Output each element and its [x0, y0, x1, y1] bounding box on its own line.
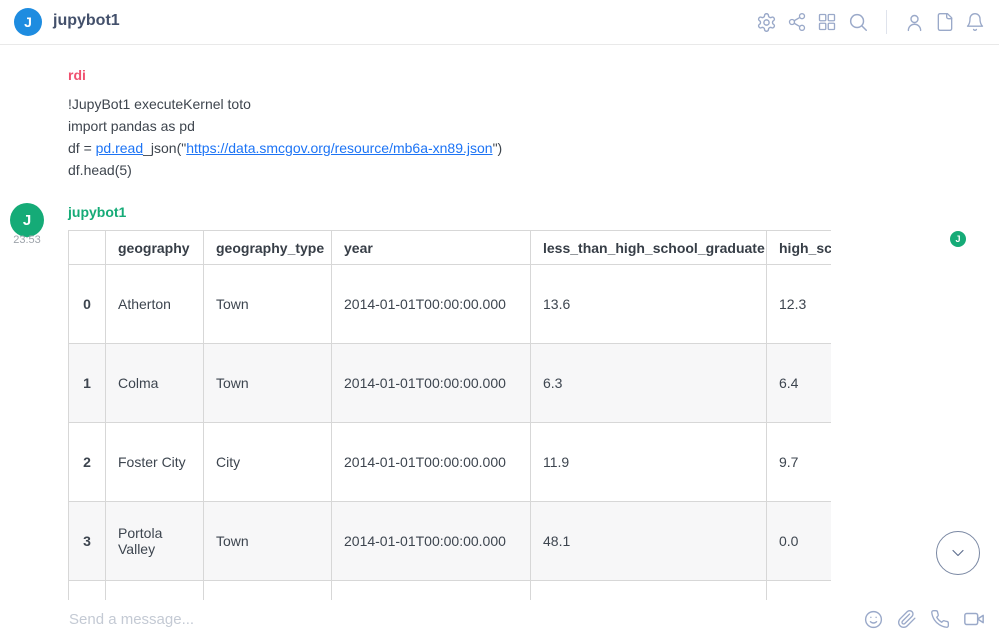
message-body: !JupyBot1 executeKernel toto import pand… [68, 93, 502, 181]
avatar[interactable] [10, 62, 46, 98]
message-line: import pandas as pd [68, 115, 502, 137]
code-text: df = [68, 140, 96, 156]
code-text: ") [493, 140, 503, 156]
table-cell: 2014-01-01T00:00:00.000 [332, 344, 531, 423]
table-cell: 2 [69, 423, 106, 502]
table-cell [332, 581, 531, 601]
table-header-cell [69, 231, 106, 265]
video-call-button[interactable] [963, 608, 985, 630]
message-line: !JupyBot1 executeKernel toto [68, 93, 502, 115]
table-cell: 48.1 [531, 502, 767, 581]
table-cell: Portola Valley [106, 502, 204, 581]
avatar[interactable] [10, 603, 40, 633]
attach-button[interactable] [897, 609, 917, 629]
table-cell: City [204, 423, 332, 502]
link-dataset-url[interactable]: https://data.smcgov.org/resource/mb6a-xn… [186, 140, 492, 156]
table-cell: 11.9 [531, 423, 767, 502]
message-author[interactable]: jupybot1 [68, 204, 126, 220]
table-cell [767, 581, 832, 601]
table-cell: 12.3 [767, 265, 832, 344]
settings-button[interactable] [756, 12, 777, 33]
toolbar-divider [886, 10, 887, 34]
table-cell: 0 [69, 265, 106, 344]
table-cell: Town [204, 265, 332, 344]
table-cell: 1 [69, 344, 106, 423]
chevron-down-icon [948, 543, 968, 563]
table-header-cell: geography [106, 231, 204, 265]
search-button[interactable] [847, 11, 869, 33]
members-button[interactable] [904, 12, 925, 33]
table-cell: 6.4 [767, 344, 832, 423]
table-cell: 9.7 [767, 423, 832, 502]
apps-grid-icon [817, 12, 837, 32]
message-line: df.head(5) [68, 159, 502, 181]
table-cell: 2014-01-01T00:00:00.000 [332, 502, 531, 581]
message-author[interactable]: rdi [68, 67, 86, 83]
channel-title: jupybot1 [53, 12, 120, 30]
table-cell [531, 581, 767, 601]
code-text: _json(" [143, 140, 186, 156]
composer-actions [863, 600, 985, 638]
dataframe-table: geographygeography_typeyearless_than_hig… [68, 230, 831, 600]
table-cell [69, 581, 106, 601]
channel-avatar[interactable]: J [14, 8, 42, 36]
share-button[interactable] [787, 12, 807, 32]
search-icon [847, 11, 869, 33]
table-header-cell: high_school_graduate [767, 231, 832, 265]
header-toolbar [756, 0, 985, 44]
table-cell: Colma [106, 344, 204, 423]
table-header-cell: year [332, 231, 531, 265]
message-line: df = pd.read_json("https://data.smcgov.o… [68, 137, 502, 159]
user-icon [904, 12, 925, 33]
table-row: 1ColmaTown2014-01-01T00:00:00.0006.36.4 [69, 344, 832, 423]
gear-icon [756, 12, 777, 33]
chat-app-window: J jupybot1 [0, 0, 999, 639]
emoji-button[interactable] [863, 609, 884, 630]
table-row [69, 581, 832, 601]
table-cell [106, 581, 204, 601]
thread-badge: J [950, 231, 966, 247]
table-cell: Foster City [106, 423, 204, 502]
table-cell: 3 [69, 502, 106, 581]
channel-header: J jupybot1 [0, 0, 999, 45]
message-input[interactable] [69, 600, 789, 638]
call-button[interactable] [930, 609, 950, 629]
table-row: 0AthertonTown2014-01-01T00:00:00.00013.6… [69, 265, 832, 344]
share-icon [787, 12, 807, 32]
table-cell: 2014-01-01T00:00:00.000 [332, 423, 531, 502]
video-icon [963, 608, 985, 630]
apps-button[interactable] [817, 12, 837, 32]
table-cell: Atherton [106, 265, 204, 344]
file-icon [935, 12, 955, 32]
table-cell: Town [204, 502, 332, 581]
jump-to-recent-button[interactable] [936, 531, 980, 575]
paperclip-icon [897, 609, 917, 629]
phone-icon [930, 609, 950, 629]
table-cell: 6.3 [531, 344, 767, 423]
table-cell: Town [204, 344, 332, 423]
table-cell [204, 581, 332, 601]
link-pd-read[interactable]: pd.read [96, 140, 143, 156]
dataframe-table-container: geographygeography_typeyearless_than_hig… [68, 230, 831, 600]
bot-avatar[interactable]: J [10, 203, 44, 237]
bell-icon [965, 12, 985, 32]
table-row: 3Portola ValleyTown2014-01-01T00:00:00.0… [69, 502, 832, 581]
table-cell: 13.6 [531, 265, 767, 344]
table-header-cell: less_than_high_school_graduate [531, 231, 767, 265]
table-row: 2Foster CityCity2014-01-01T00:00:00.0001… [69, 423, 832, 502]
table-cell: 0.0 [767, 502, 832, 581]
message-timestamp: 23:53 [10, 234, 44, 246]
message-list: rdi !JupyBot1 executeKernel toto import … [0, 45, 999, 600]
table-cell: 2014-01-01T00:00:00.000 [332, 265, 531, 344]
notifications-button[interactable] [965, 12, 985, 32]
message-composer [0, 600, 999, 639]
emoji-icon [863, 609, 884, 630]
table-header-cell: geography_type [204, 231, 332, 265]
files-button[interactable] [935, 12, 955, 32]
